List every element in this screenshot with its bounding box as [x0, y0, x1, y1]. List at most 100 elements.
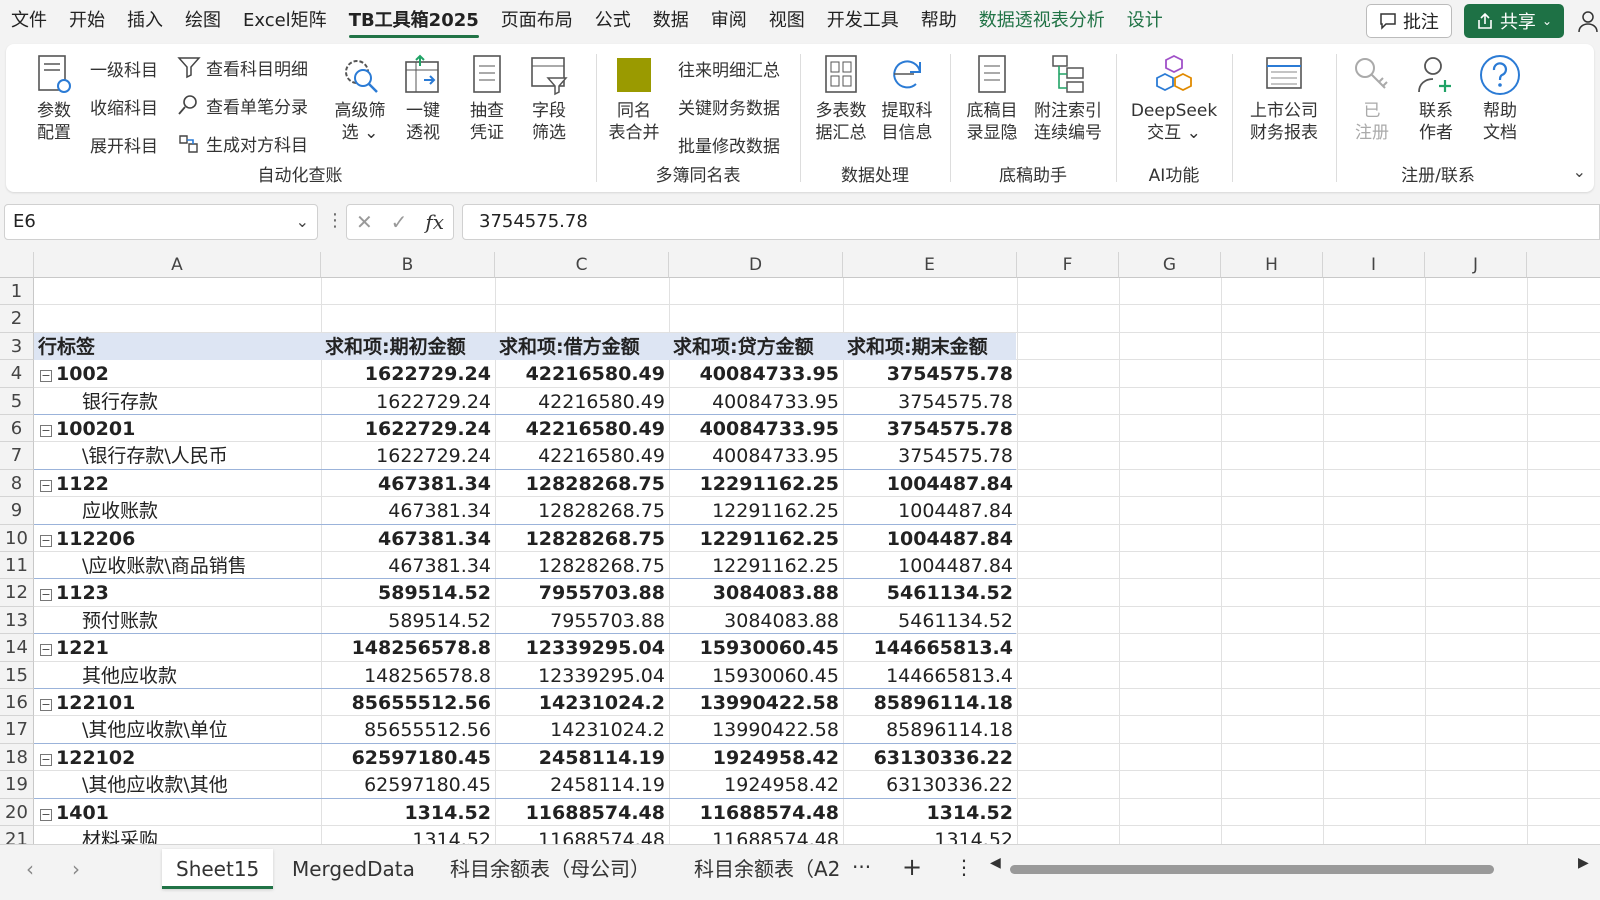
menu-tab-8[interactable]: 数据 — [642, 0, 700, 42]
pivot-value-cell[interactable]: 12339295.04 — [495, 662, 669, 689]
pivot-row-label[interactable]: 银行存款 — [34, 388, 321, 415]
row-header[interactable]: 1 — [0, 278, 34, 306]
view-detail-button[interactable]: 查看科目明细 — [176, 54, 308, 80]
pivot-value-cell[interactable]: 42216580.49 — [495, 442, 669, 469]
row-header[interactable]: 12 — [0, 579, 34, 607]
menu-tab-14[interactable]: 设计 — [1116, 0, 1174, 42]
column-header[interactable]: J — [1425, 252, 1527, 278]
pivot-value-cell[interactable]: 11688574.48 — [669, 799, 843, 826]
account-icon[interactable] — [1576, 9, 1600, 33]
row-header[interactable]: 6 — [0, 415, 34, 443]
menu-tab-2[interactable]: 插入 — [116, 0, 174, 42]
field-filter-button[interactable]: 字段 筛选 — [524, 52, 574, 144]
fetch-subj-button[interactable]: 提取科 目信息 — [876, 52, 938, 144]
chevron-right-icon[interactable]: › — [72, 857, 80, 881]
row-header[interactable]: 7 — [0, 442, 34, 470]
worksheet-grid[interactable]: A B C D E F G H I J 1 2 3 4 5 6 7 8 9 10 11 12 13 14 15 16 17 18 19 2… — [0, 252, 1600, 844]
row-header[interactable]: 2 — [0, 305, 34, 333]
pivot-value-cell[interactable]: 144665813.4 — [843, 662, 1017, 689]
more-tabs-icon[interactable]: ··· — [852, 855, 871, 879]
pivot-value-cell[interactable]: 62597180.45 — [321, 771, 495, 798]
pivot-value-cell[interactable]: 1004487.84 — [843, 552, 1017, 579]
pivot-value-cell[interactable]: 1622729.24 — [321, 360, 495, 387]
sheet-tab[interactable]: 科目余额表（A2 — [680, 849, 844, 889]
pivot-row-label[interactable]: −1002 — [34, 360, 321, 387]
pivot-value-cell[interactable]: 3754575.78 — [843, 388, 1017, 415]
pivot-value-cell[interactable]: 12828268.75 — [495, 470, 669, 497]
row-header[interactable]: 17 — [0, 716, 34, 744]
column-header[interactable]: H — [1221, 252, 1323, 278]
pivot-value-cell[interactable]: 1622729.24 — [321, 442, 495, 469]
pivot-value-cell[interactable]: 1004487.84 — [843, 497, 1017, 524]
registered-button[interactable]: 已 注册 — [1344, 52, 1400, 144]
gen-opposite-button[interactable]: 生成对方科目 — [176, 130, 308, 156]
pivot-value-cell[interactable]: 40084733.95 — [669, 442, 843, 469]
collapse-toggle-icon[interactable]: − — [40, 589, 52, 602]
sheet-tab[interactable]: Sheet15 — [162, 849, 274, 889]
adv-filter-button[interactable]: 高级筛 选 ⌄ — [332, 52, 388, 144]
pivot-value-cell[interactable]: 11688574.48 — [495, 799, 669, 826]
row-header[interactable]: 18 — [0, 743, 34, 772]
listed-fin-button[interactable]: 上市公司 财务报表 — [1240, 52, 1328, 144]
pivot-value-cell[interactable]: 40084733.95 — [669, 360, 843, 387]
chevron-down-icon[interactable]: ⌄ — [296, 205, 309, 239]
pivot-value-cell[interactable]: 7955703.88 — [495, 607, 669, 634]
pivot-row-label[interactable]: −122101 — [34, 689, 321, 716]
pivot-value-cell[interactable]: 14231024.2 — [495, 689, 669, 716]
pivot-value-cell[interactable]: 1314.52 — [843, 799, 1017, 826]
pivot-value-cell[interactable]: 589514.52 — [321, 579, 495, 606]
view-entry-button[interactable]: 查看单笔分录 — [176, 92, 308, 118]
scroll-right-icon[interactable]: ▶ — [1578, 855, 1589, 871]
pivot-value-cell[interactable]: 42216580.49 — [495, 415, 669, 442]
collapse-toggle-icon[interactable]: − — [40, 534, 52, 547]
pivot-row-label[interactable]: \银行存款\人民币 — [34, 442, 321, 469]
row-header[interactable]: 9 — [0, 497, 34, 525]
pivot-value-cell[interactable]: 85655512.56 — [321, 689, 495, 716]
pivot-value-cell[interactable]: 5461134.52 — [843, 607, 1017, 634]
pivot-row-label[interactable]: \其他应收款\单位 — [34, 716, 321, 743]
pivot-value-header[interactable]: 求和项:贷方金额 — [669, 333, 843, 360]
pivot-value-cell[interactable]: 12828268.75 — [495, 552, 669, 579]
row-header[interactable]: 16 — [0, 689, 34, 717]
pivot-value-cell[interactable]: 12828268.75 — [495, 497, 669, 524]
pivot-value-cell[interactable]: 144665813.4 — [843, 634, 1017, 661]
multi-sum-button[interactable]: 多表数 据汇总 — [810, 52, 872, 144]
same-merge-button[interactable]: 同名 表合并 — [606, 52, 662, 144]
pivot-value-cell[interactable]: 3084083.88 — [669, 579, 843, 606]
pivot-value-cell[interactable]: 467381.34 — [321, 552, 495, 579]
menu-tab-9[interactable]: 审阅 — [700, 0, 758, 42]
pivot-value-cell[interactable]: 7955703.88 — [495, 579, 669, 606]
column-header[interactable]: G — [1119, 252, 1221, 278]
column-header[interactable]: B — [321, 252, 495, 278]
menu-tab-12[interactable]: 帮助 — [910, 0, 968, 42]
pivot-value-cell[interactable]: 63130336.22 — [843, 771, 1017, 798]
row-header[interactable]: 8 — [0, 469, 34, 498]
row-header[interactable]: 14 — [0, 634, 34, 662]
collapse-toggle-icon[interactable]: − — [40, 808, 52, 821]
ap-summary-button[interactable]: 往来明细汇总 — [678, 56, 780, 81]
collapse-toggle-icon[interactable]: − — [40, 370, 52, 383]
row-header[interactable]: 10 — [0, 524, 34, 552]
confirm-icon[interactable]: ✓ — [391, 210, 408, 234]
pivot-value-cell[interactable]: 12339295.04 — [495, 634, 669, 661]
row-header[interactable]: 21 — [0, 826, 34, 844]
column-header[interactable]: D — [669, 252, 843, 278]
collapse-toggle-icon[interactable]: − — [40, 479, 52, 492]
pivot-row-label[interactable]: \其他应收款\其他 — [34, 771, 321, 798]
scroll-left-icon[interactable]: ◀ — [990, 855, 1001, 871]
pivot-row-label[interactable]: −1221 — [34, 634, 321, 661]
collapse-toggle-icon[interactable]: − — [40, 753, 52, 766]
pivot-value-cell[interactable]: 1622729.24 — [321, 415, 495, 442]
pivot-value-cell[interactable]: 12291162.25 — [669, 470, 843, 497]
annot-index-button[interactable]: 附注索引 连续编号 — [1028, 52, 1108, 144]
pivot-value-cell[interactable]: 1314.52 — [321, 799, 495, 826]
draft-dir-button[interactable]: 底稿目 录显隐 — [960, 52, 1024, 144]
pivot-value-cell[interactable]: 85896114.18 — [843, 716, 1017, 743]
row-header[interactable]: 13 — [0, 606, 34, 635]
pivot-value-cell[interactable]: 1924958.42 — [669, 744, 843, 771]
pivot-value-cell[interactable]: 12291162.25 — [669, 525, 843, 552]
pivot-row-label[interactable]: −1401 — [34, 799, 321, 826]
pivot-value-cell[interactable]: 1314.52 — [321, 826, 495, 844]
menu-tab-7[interactable]: 公式 — [584, 0, 642, 42]
name-box[interactable]: E6 ⌄ — [4, 204, 318, 240]
